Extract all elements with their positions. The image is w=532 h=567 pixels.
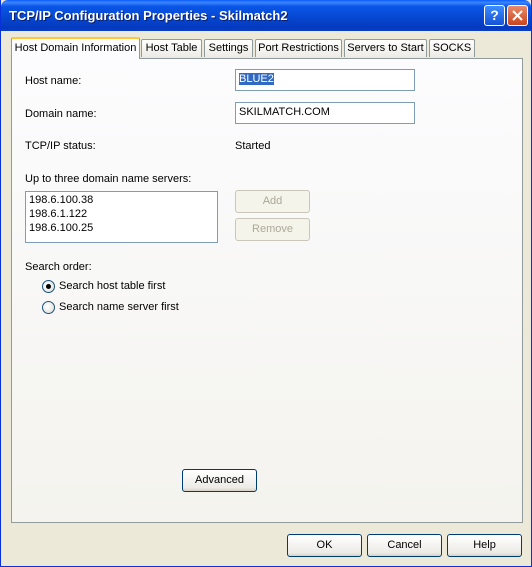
question-mark-icon: ?	[490, 7, 499, 23]
search-host-table-first-radio[interactable]	[42, 280, 55, 293]
list-item[interactable]: 198.6.1.122	[29, 207, 214, 221]
tab-panel: Host name: BLUE2 Domain name: SKILMATCH.…	[11, 58, 523, 523]
title-bar[interactable]: TCP/IP Configuration Properties - Skilma…	[1, 0, 531, 31]
advanced-button[interactable]: Advanced	[182, 469, 257, 492]
help-titlebar-button[interactable]: ?	[484, 5, 505, 26]
search-order-label: Search order:	[25, 261, 92, 273]
add-button[interactable]: Add	[235, 190, 310, 213]
tcpip-status-value: Started	[235, 140, 271, 152]
list-item[interactable]: 198.6.100.25	[29, 221, 214, 235]
host-name-label: Host name:	[25, 75, 82, 87]
list-item[interactable]: 198.6.100.38	[29, 193, 214, 207]
dns-servers-list[interactable]: 198.6.100.38 198.6.1.122 198.6.100.25	[25, 191, 218, 243]
host-name-input[interactable]: BLUE2	[235, 69, 415, 91]
tab-host-table[interactable]: Host Table	[141, 39, 202, 57]
search-name-server-first-label[interactable]: Search name server first	[59, 301, 179, 313]
tab-settings[interactable]: Settings	[204, 39, 253, 57]
host-name-value: BLUE2	[239, 73, 274, 85]
tab-strip: Host Domain Information Host Table Setti…	[11, 37, 523, 59]
tcpip-status-label: TCP/IP status:	[25, 140, 96, 152]
search-host-table-first-label[interactable]: Search host table first	[59, 280, 165, 292]
help-button[interactable]: Help	[447, 534, 522, 557]
cancel-button[interactable]: Cancel	[367, 534, 442, 557]
dns-servers-label: Up to three domain name servers:	[25, 173, 192, 185]
tab-port-restrictions[interactable]: Port Restrictions	[255, 39, 342, 57]
domain-name-label: Domain name:	[25, 108, 97, 120]
tab-host-domain-information[interactable]: Host Domain Information	[11, 37, 140, 59]
tab-servers-to-start[interactable]: Servers to Start	[344, 39, 427, 57]
close-button[interactable]	[507, 5, 528, 26]
dialog-window: TCP/IP Configuration Properties - Skilma…	[0, 0, 532, 567]
domain-name-input[interactable]: SKILMATCH.COM	[235, 102, 415, 124]
tab-socks[interactable]: SOCKS	[429, 39, 475, 57]
ok-button[interactable]: OK	[287, 534, 362, 557]
domain-name-value: SKILMATCH.COM	[239, 106, 330, 118]
search-name-server-first-radio[interactable]	[42, 301, 55, 314]
remove-button[interactable]: Remove	[235, 218, 310, 241]
window-title: TCP/IP Configuration Properties - Skilma…	[9, 8, 288, 23]
close-icon	[512, 10, 523, 21]
